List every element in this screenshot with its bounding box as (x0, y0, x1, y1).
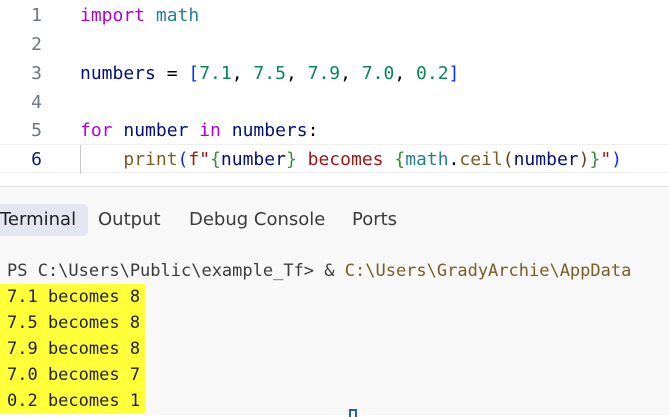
code-line-4[interactable]: 4 (0, 88, 669, 117)
line-number: 3 (31, 63, 42, 84)
line-number: 2 (31, 34, 42, 55)
panel-tabs: Terminal Output Debug Console Ports (0, 187, 669, 255)
code-line-5[interactable]: 5 for number in numbers: (0, 116, 669, 145)
code-text: import math (80, 5, 200, 26)
output-line-5: 0.2 becomes 1 (0, 388, 146, 414)
code-editor[interactable]: 1 import math 2 3 numbers = [7.1, 7.5, 7… (0, 0, 669, 186)
code-text: for number in numbers: (80, 120, 319, 141)
terminal-output[interactable]: PS C:\Users\Public\example_Tf> & C:\User… (0, 257, 669, 417)
mouse-cursor-icon (349, 409, 357, 417)
output-line-4: 7.0 becomes 7 (0, 362, 146, 388)
code-line-6[interactable]: 6 print(f"{number} becomes {math.ceil(nu… (0, 144, 669, 174)
line-number: 4 (31, 92, 42, 113)
code-text: print(f"{number} becomes {math.ceil(numb… (123, 149, 622, 170)
bottom-panel: Terminal Output Debug Console Ports PS C… (0, 186, 669, 415)
terminal-command-line: PS C:\Users\Public\example_Tf> & C:\User… (7, 258, 631, 284)
output-line-1: 7.1 becomes 8 (0, 284, 146, 310)
tab-debug-console[interactable]: Debug Console (189, 204, 325, 236)
tab-terminal[interactable]: Terminal (0, 204, 89, 236)
output-line-3: 7.9 becomes 8 (0, 336, 146, 362)
line-number: 6 (31, 149, 42, 170)
code-text: numbers = [7.1, 7.5, 7.9, 7.0, 0.2] (80, 63, 460, 84)
tab-output[interactable]: Output (98, 204, 161, 236)
output-line-2: 7.5 becomes 8 (0, 310, 146, 336)
line-number: 5 (31, 120, 42, 141)
code-line-1[interactable]: 1 import math (0, 1, 669, 30)
line-number: 1 (31, 5, 42, 26)
code-line-3[interactable]: 3 numbers = [7.1, 7.5, 7.9, 7.0, 0.2] (0, 59, 669, 88)
tab-ports[interactable]: Ports (352, 204, 397, 236)
terminal-prompt: PS C:\Users\Public\example_Tf> & (7, 261, 345, 281)
code-line-2[interactable]: 2 (0, 30, 669, 59)
terminal-command-path: C:\Users\GradyArchie\AppData (344, 261, 632, 281)
